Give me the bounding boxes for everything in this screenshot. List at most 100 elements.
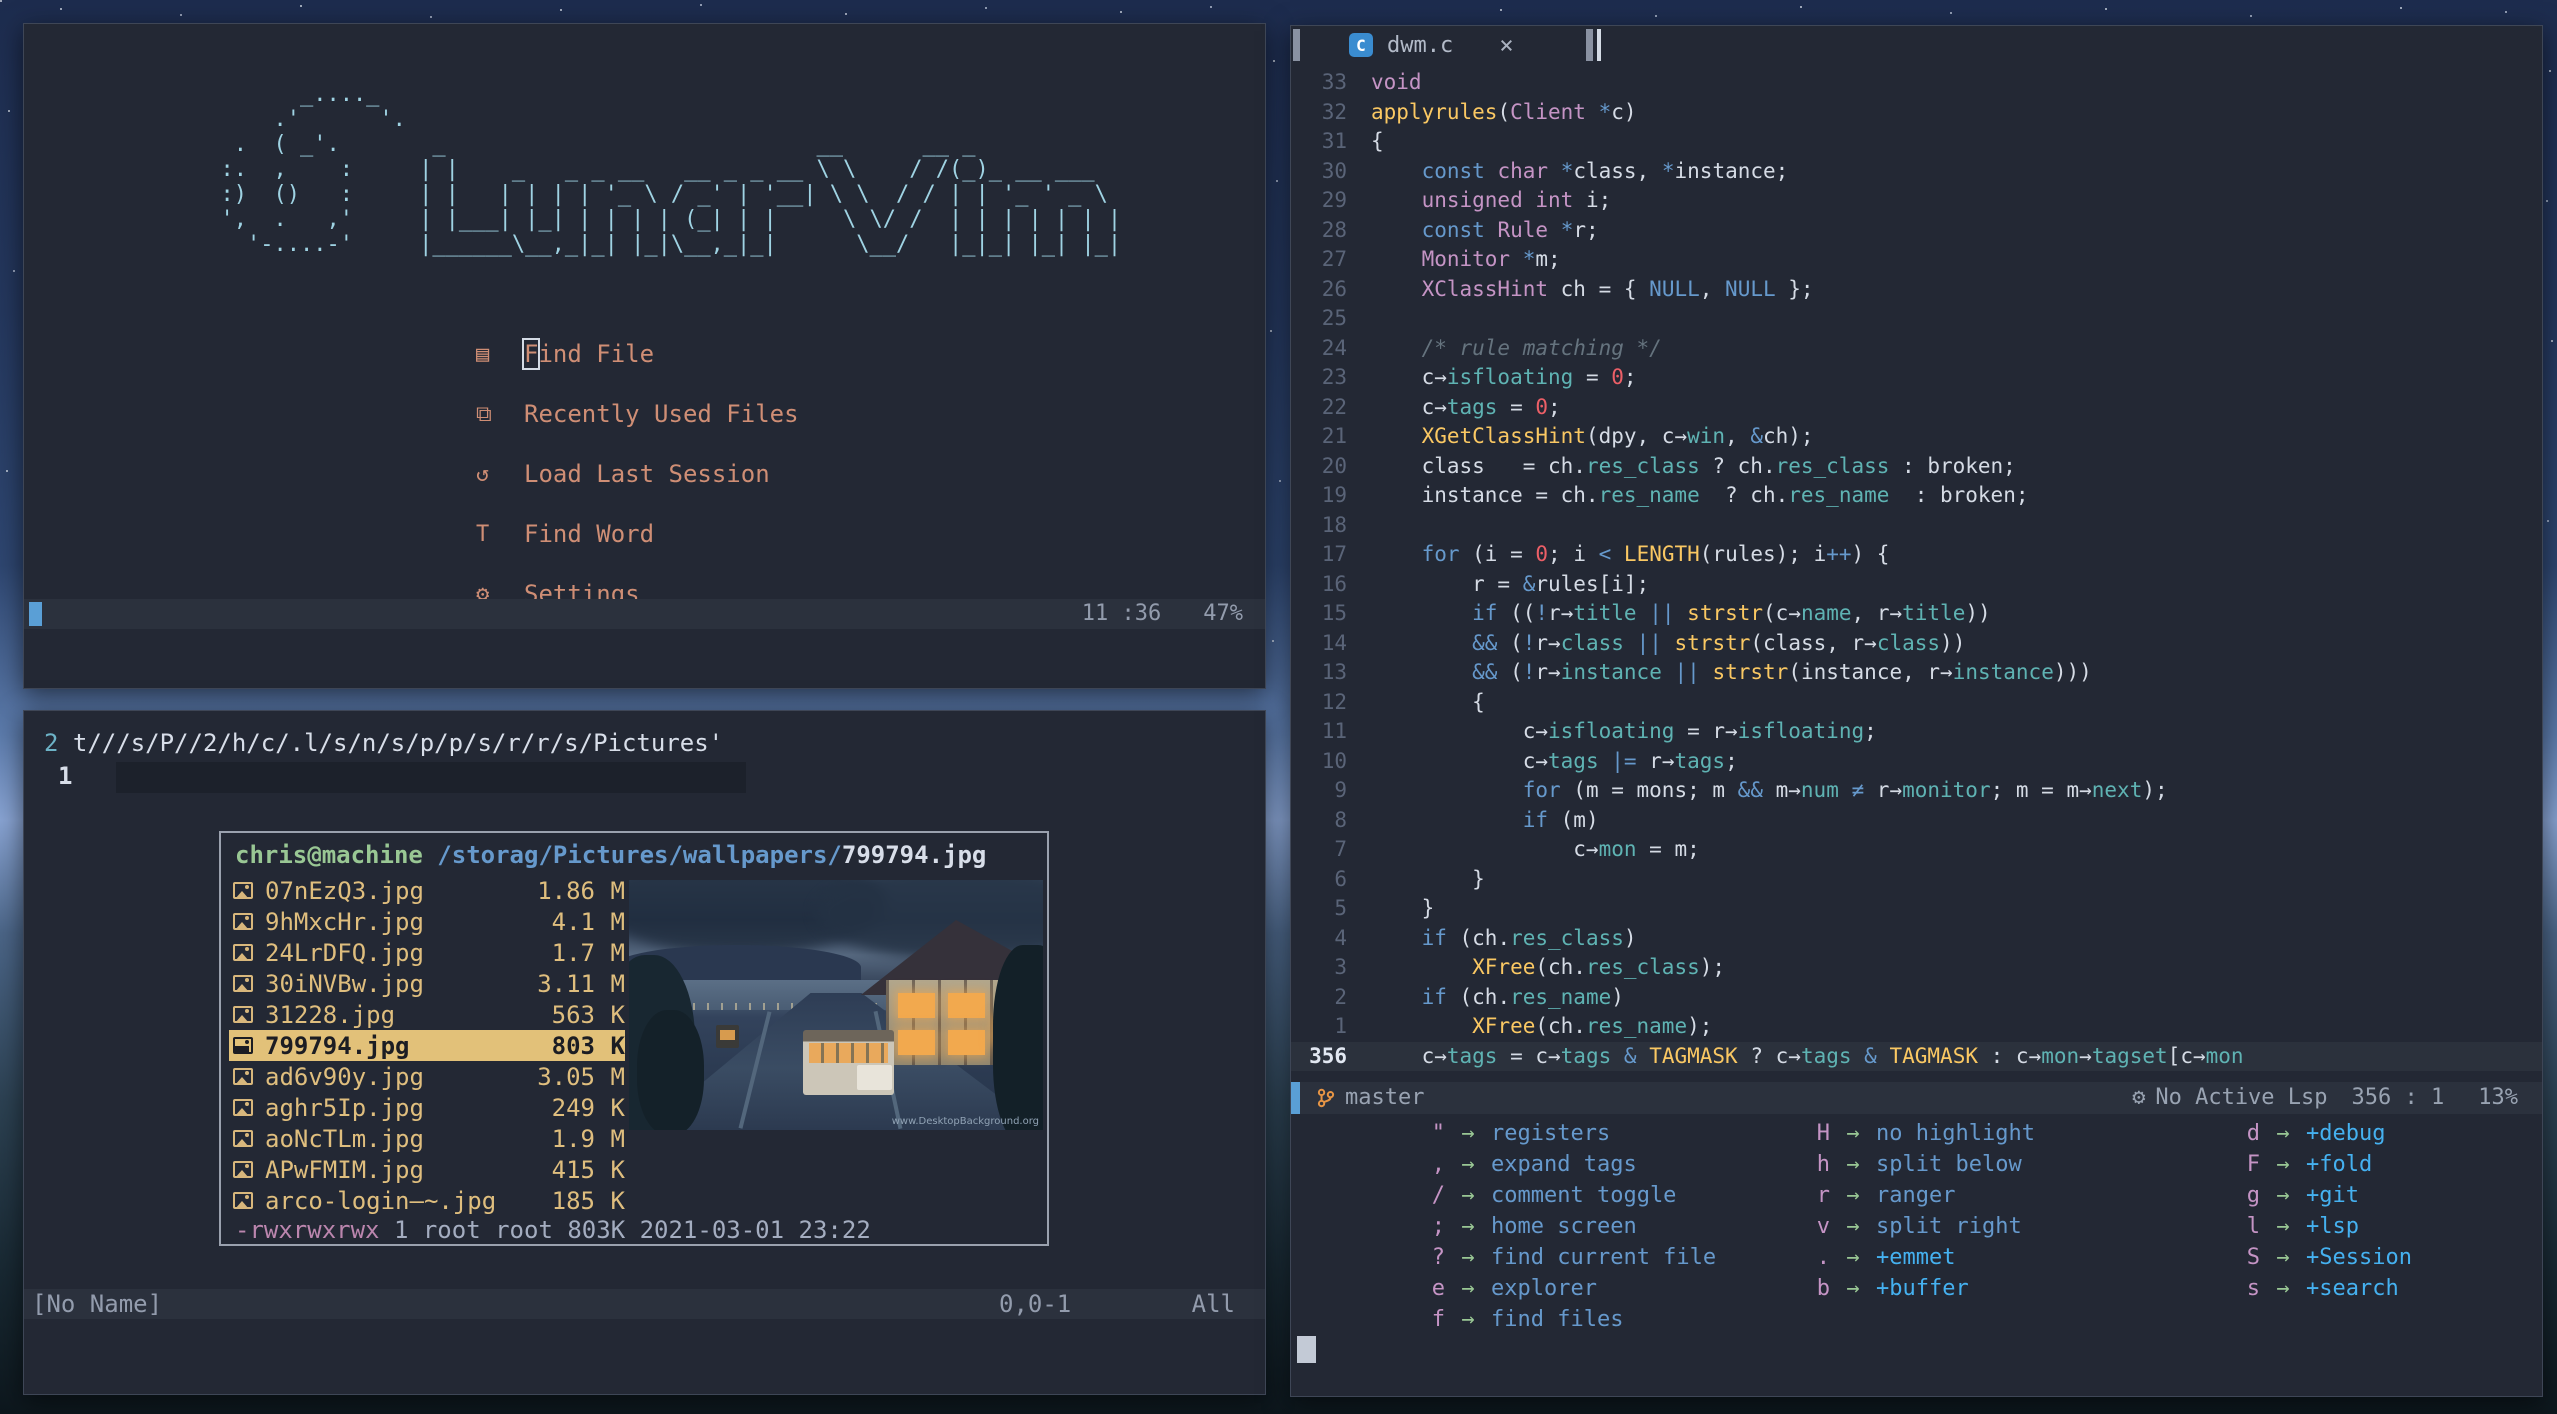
whichkey-binding-registers[interactable]: " → registers: [1411, 1118, 1716, 1149]
file-list: 07nEzQ3.jpg 1.86 M 9hMxcHr.jpg 4.1 M 24LrDFQ.j…: [229, 875, 625, 1216]
whichkey-binding-emmet[interactable]: . → +emmet: [1796, 1242, 2035, 1273]
line-number: 25: [1321, 306, 1347, 330]
terminal-window[interactable]: 2 t///s/P//2/h/c/.l/s/n/s/p/p/s/r/r/s/Pi…: [23, 710, 1266, 1395]
whichkey-binding-explorer[interactable]: e → explorer: [1411, 1273, 1716, 1304]
file-row[interactable]: ad6v90y.jpg 3.05 M: [229, 1061, 625, 1092]
code-token: &: [1750, 424, 1763, 448]
menu-item-recently-used-files[interactable]: ⧉ Recently Used Files: [476, 384, 799, 444]
scroll-indicator: All: [1191, 1290, 1235, 1318]
binding-description: split below: [1876, 1152, 2022, 1177]
file-permissions-row: -rwxrwxrwx 1 root root 803K 2021-03-01 2…: [235, 1216, 871, 1244]
file-row[interactable]: 799794.jpg 803 K: [229, 1030, 625, 1061]
lunarvim-dashboard-window[interactable]: _...._ .' '. . ( _'. _ __ __ _ :. , : | …: [23, 23, 1266, 689]
whichkey-binding-buffer[interactable]: b → +buffer: [1796, 1273, 2035, 1304]
current-path: /storag/Pictures/wallpapers/: [437, 841, 842, 869]
whichkey-binding-expand-tags[interactable]: , → expand tags: [1411, 1149, 1716, 1180]
preview-window-light: [947, 992, 986, 1018]
code-token: class: [1876, 630, 1941, 655]
code-token: <: [1598, 542, 1612, 566]
code-token: isfloating: [1446, 365, 1574, 389]
code-line: 5 }: [1291, 894, 2542, 924]
file-name: 24LrDFQ.jpg: [265, 938, 424, 967]
code-area[interactable]: 33 void 32 applyrules(Client *c) 31 {30 const…: [1291, 68, 2542, 1071]
file-row[interactable]: 07nEzQ3.jpg 1.86 M: [229, 875, 625, 906]
code-line: 32 applyrules(Client *c): [1291, 98, 2542, 128]
code-token: )): [1965, 601, 1991, 625]
code-line: 10 c→tags |= r→tags;: [1291, 747, 2542, 777]
line-number: 17: [1321, 542, 1347, 566]
code-token: XFree: [1472, 955, 1536, 979]
close-icon[interactable]: ×: [1499, 31, 1513, 59]
code-token: res_name: [1788, 483, 1890, 507]
file-size-unit: M: [610, 1062, 625, 1091]
image-file-icon: [233, 882, 253, 899]
file-row[interactable]: APwFMIM.jpg 415 K: [229, 1154, 625, 1185]
menu-item-load-last-session[interactable]: ↺ Load Last Session: [476, 444, 799, 504]
file-row[interactable]: 24LrDFQ.jpg 1.7 M: [229, 937, 625, 968]
whichkey-binding-comment-toggle[interactable]: / → comment toggle: [1411, 1180, 1716, 1211]
binding-key: v: [1816, 1214, 1830, 1239]
preview-tree: [993, 945, 1043, 1130]
file-row[interactable]: arco-login—~.jpg 185 K: [229, 1185, 625, 1216]
code-token: !: [1535, 601, 1549, 625]
code-token: ): [1611, 984, 1624, 1009]
code-token: m→: [1762, 778, 1801, 802]
whichkey-binding-ranger[interactable]: r → ranger: [1796, 1180, 2035, 1211]
line-number: 31: [1321, 129, 1347, 153]
dashboard-menu: ▤ Find File ⧉ Recently Used Files ↺ Load Last…: [476, 324, 799, 624]
whichkey-column-2: H → no highlight h → split below r → ranger v → spl…: [1796, 1118, 2035, 1304]
code-token: );: [1699, 955, 1726, 979]
code-token: r→: [1535, 630, 1561, 655]
tab-dwm-c[interactable]: C dwm.c ×: [1349, 26, 1514, 64]
editor-window[interactable]: C dwm.c × 33 void 32 applyrules(Client *c) 3…: [1290, 25, 2543, 1397]
whichkey-binding-search[interactable]: s → +search: [2226, 1273, 2412, 1304]
line-number: 12: [1321, 689, 1347, 714]
binding-key: .: [1816, 1245, 1830, 1270]
line-number: 14: [1321, 630, 1347, 655]
binding-key: ?: [1431, 1245, 1445, 1270]
file-row[interactable]: 30iNVBw.jpg 3.11 M: [229, 968, 625, 999]
whichkey-binding-lsp[interactable]: l → +lsp: [2226, 1211, 2412, 1242]
file-row[interactable]: 31228.jpg 563 K: [229, 999, 625, 1030]
git-branch-section: master: [1317, 1082, 1424, 1114]
code-token: c→: [1371, 837, 1599, 861]
file-manager-panel: chris@machine /storag/Pictures/wallpaper…: [219, 831, 1049, 1246]
whichkey-binding-session[interactable]: S → +Session: [2226, 1242, 2412, 1273]
menu-item-find-word[interactable]: T Find Word: [476, 504, 799, 564]
whichkey-binding-debug[interactable]: d → +debug: [2226, 1118, 2412, 1149]
whichkey-binding-find-current-file[interactable]: ? → find current file: [1411, 1242, 1716, 1273]
menu-item-find-file[interactable]: ▤ Find File: [476, 324, 799, 384]
whichkey-binding-split-right[interactable]: v → split right: [1796, 1211, 2035, 1242]
code-line: 33 void: [1291, 68, 2542, 98]
whichkey-binding-no-highlight[interactable]: H → no highlight: [1796, 1118, 2035, 1149]
file-size: 1.86: [537, 876, 595, 905]
file-name: APwFMIM.jpg: [265, 1155, 424, 1184]
file-row[interactable]: aghr5Ip.jpg 249 K: [229, 1092, 625, 1123]
file-name: 30iNVBw.jpg: [265, 969, 424, 998]
line-number: 27: [1321, 247, 1347, 271]
code-token: const: [1421, 158, 1485, 183]
code-line: 30 const char *class, *instance;: [1291, 157, 2542, 187]
binding-description: split right: [1876, 1214, 2022, 1239]
code-token: win: [1687, 424, 1726, 448]
arrow-icon: →: [1461, 1152, 1475, 1177]
code-token: res_class: [1775, 453, 1890, 478]
file-row[interactable]: aoNcTLm.jpg 1.9 M: [229, 1123, 625, 1154]
whichkey-binding-git[interactable]: g → +git: [2226, 1180, 2412, 1211]
code-token: class = ch.: [1371, 453, 1586, 478]
whichkey-binding-home-screen[interactable]: ; → home screen: [1411, 1211, 1716, 1242]
file-row[interactable]: 9hMxcHr.jpg 4.1 M: [229, 906, 625, 937]
whichkey-binding-fold[interactable]: F → +fold: [2226, 1149, 2412, 1180]
code-token: void: [1371, 70, 1422, 94]
whichkey-binding-find-files[interactable]: f → find files: [1411, 1304, 1716, 1335]
code-token: {: [1371, 689, 1485, 714]
whichkey-binding-split-below[interactable]: h → split below: [1796, 1149, 2035, 1180]
line-number: 5: [1334, 896, 1347, 920]
code-token: ||: [1649, 601, 1675, 625]
code-token: tags: [1560, 1043, 1612, 1068]
code-token: (: [1497, 99, 1511, 124]
line-number: 16: [1321, 571, 1347, 596]
